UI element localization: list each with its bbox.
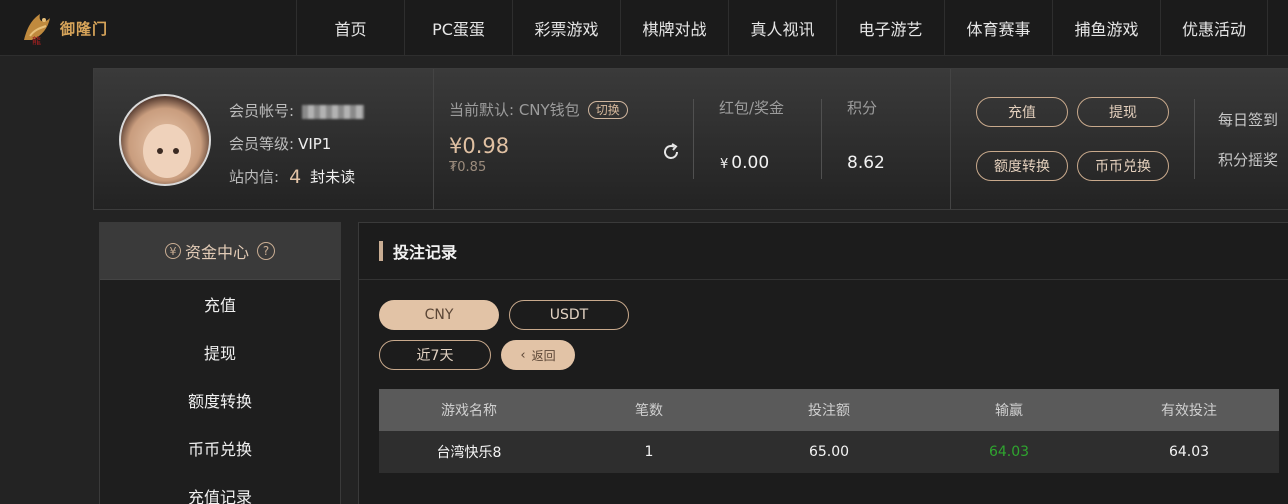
back-label: 返回: [531, 348, 556, 363]
cell-bet: 65.00: [808, 444, 850, 460]
bonus-currency: ¥: [720, 157, 729, 172]
col-game-name: 游戏名称: [441, 403, 497, 419]
chevron-left-icon: ‹: [520, 347, 526, 363]
cell-count: 1: [644, 444, 654, 460]
table-row[interactable]: 台湾快乐8 1 65.00 64.03 64.03: [379, 431, 1279, 473]
account-label: 会员帐号:: [229, 102, 295, 120]
default-wallet-label: 当前默认: CNY钱包: [449, 101, 580, 119]
avatar-eye: [157, 148, 163, 154]
points-value: 8.62: [847, 153, 885, 173]
unread-count: 4: [289, 166, 302, 188]
bonus-amount: 0.00: [731, 153, 770, 173]
sidebar-item-withdraw[interactable]: 提现: [100, 328, 340, 376]
wallet-head: 当前默认: CNY钱包 切换: [449, 99, 628, 120]
date-range-button[interactable]: 近7天: [379, 340, 491, 370]
avatar-eye: [173, 148, 179, 154]
avatar[interactable]: [119, 94, 211, 186]
action-divider: [1194, 99, 1195, 179]
coin-icon: ¥: [164, 243, 181, 259]
cell-valid: 64.03: [1168, 444, 1210, 460]
member-panel: 会员帐号: 会员等级: VIP1 站内信: 4 封未读 当前默认: CNY钱包 …: [93, 68, 1288, 210]
sidebar-item-exchange[interactable]: 币币兑换: [100, 424, 340, 472]
logo-text: 御隆门: [60, 19, 109, 38]
col-valid-bet: 有效投注: [1161, 403, 1217, 419]
stat-divider: [821, 99, 822, 179]
tab-usdt[interactable]: USDT: [509, 300, 629, 330]
back-button[interactable]: ‹ 返回: [501, 340, 575, 370]
page-title: 投注记录: [393, 243, 458, 262]
tab-cny[interactable]: CNY: [379, 300, 499, 330]
panel-divider: [433, 69, 434, 209]
fund-center-sidebar: ¥ 资金中心 ? 充值 提现 额度转换 币币兑换 充值记录: [99, 222, 341, 504]
cell-game: 台湾快乐8: [436, 445, 502, 461]
withdraw-button[interactable]: 提现: [1077, 97, 1169, 127]
points-label: 积分: [847, 99, 878, 117]
site-logo[interactable]: 龍 御隆门: [18, 8, 108, 48]
bonus-label: 红包/奖金: [719, 99, 785, 117]
exchange-button[interactable]: 币币兑换: [1077, 151, 1169, 181]
level-row: 会员等级: VIP1: [229, 128, 364, 161]
nav-slots[interactable]: 电子游艺: [836, 0, 944, 56]
nav-promotions[interactable]: 优惠活动: [1160, 0, 1268, 56]
level-label: 会员等级:: [229, 135, 295, 153]
transfer-button[interactable]: 额度转换: [976, 151, 1068, 181]
sidebar-header: ¥ 资金中心 ?: [100, 223, 340, 280]
nav-lottery[interactable]: 彩票游戏: [512, 0, 620, 56]
sidebar-title: 资金中心: [184, 243, 249, 262]
account-row: 会员帐号:: [229, 95, 365, 128]
deposit-button[interactable]: 充值: [976, 97, 1068, 127]
nav-sports[interactable]: 体育赛事: [944, 0, 1052, 56]
title-accent-bar: [379, 241, 383, 261]
cell-win: 64.03: [988, 444, 1030, 460]
col-bet-amount: 投注额: [808, 403, 850, 419]
sidebar-item-deposit-records[interactable]: 充值记录: [100, 472, 340, 504]
dragon-logo-icon: 龍: [24, 14, 50, 46]
wallet-balance-usdt: ₮0.85: [449, 160, 487, 175]
top-navbar: 龍 御隆门 首页 PC蛋蛋 彩票游戏 棋牌对战 真人视讯 电子游艺 体育赛事 捕…: [0, 0, 1288, 56]
nav-home[interactable]: 首页: [296, 0, 404, 56]
unread-suffix: 封未读: [310, 168, 356, 186]
points-lottery-link[interactable]: 积分摇奖: [1218, 149, 1278, 170]
wallet-block: 当前默认: CNY钱包 切换 ¥0.98 ₮0.85: [449, 99, 628, 175]
messages-row[interactable]: 站内信: 4 封未读: [229, 161, 364, 194]
help-icon[interactable]: ?: [257, 242, 275, 260]
switch-wallet-button[interactable]: 切换: [587, 100, 628, 119]
wallet-balance: ¥0.98: [449, 134, 510, 158]
panel-header: 投注记录: [359, 223, 1288, 280]
main-nav: 首页 PC蛋蛋 彩票游戏 棋牌对战 真人视讯 电子游艺 体育赛事 捕鱼游戏 优惠…: [296, 0, 1268, 56]
sidebar-item-deposit[interactable]: 充值: [100, 280, 340, 328]
bonus-value: ¥0.00: [720, 153, 769, 173]
member-info: 会员帐号: 会员等级: VIP1 站内信: 4 封未读: [229, 95, 365, 194]
sidebar-item-transfer[interactable]: 额度转换: [100, 376, 340, 424]
bet-records-panel: 投注记录 CNY USDT 近7天 ‹ 返回 游戏名称 笔数 投注额 输赢 有效…: [358, 222, 1288, 504]
panel-divider: [950, 69, 951, 209]
daily-signin-link[interactable]: 每日签到: [1218, 109, 1278, 130]
nav-pc-eggs[interactable]: PC蛋蛋: [404, 0, 512, 56]
table-header: 游戏名称 笔数 投注额 输赢 有效投注: [379, 389, 1279, 431]
account-masked-value: [302, 104, 365, 119]
col-win-loss: 输赢: [995, 403, 1023, 419]
avatar-face: [143, 124, 191, 178]
svg-text:龍: 龍: [32, 35, 41, 46]
bet-records-table: 游戏名称 笔数 投注额 输赢 有效投注 台湾快乐8 1 65.00 64.03 …: [379, 389, 1279, 473]
refresh-icon[interactable]: [661, 142, 681, 162]
stat-divider: [693, 99, 694, 179]
nav-chess-cards[interactable]: 棋牌对战: [620, 0, 728, 56]
nav-fishing[interactable]: 捕鱼游戏: [1052, 0, 1160, 56]
col-count: 笔数: [635, 403, 663, 419]
level-value: VIP1: [298, 135, 332, 153]
nav-live-video[interactable]: 真人视讯: [728, 0, 836, 56]
messages-label: 站内信:: [229, 168, 280, 186]
